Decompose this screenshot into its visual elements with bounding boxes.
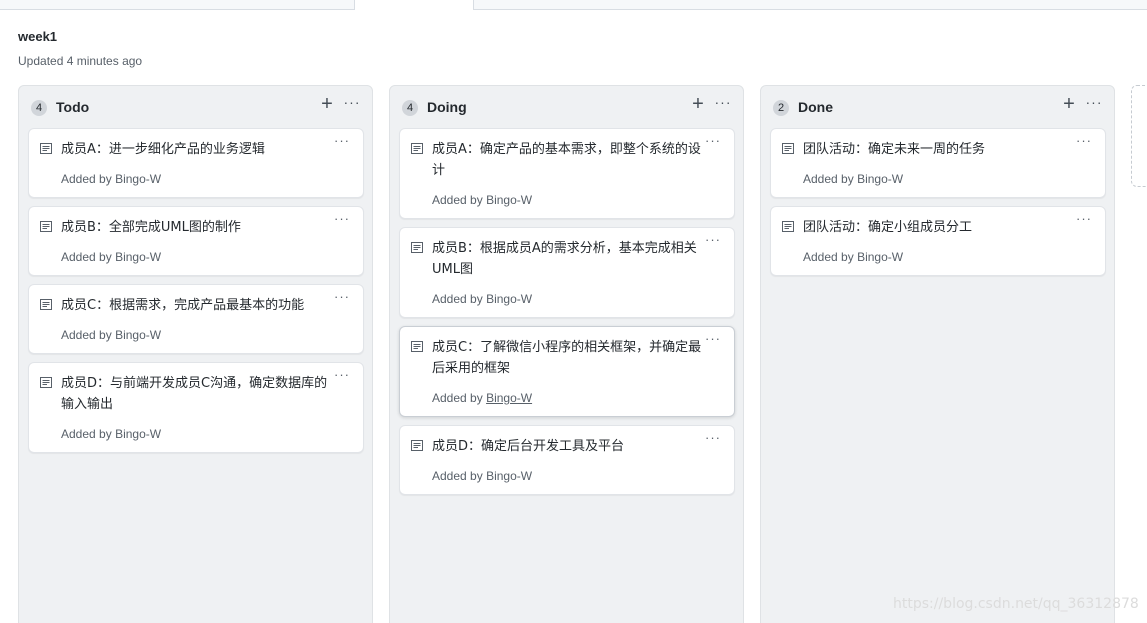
project-card[interactable]: 团队活动：确定小组成员分工 ··· Added by Bingo-W bbox=[770, 206, 1106, 276]
column-title: Doing bbox=[427, 99, 467, 115]
added-by-label: Added by bbox=[432, 292, 483, 306]
card-note-text: 成员C：了解微信小程序的相关框架，并确定最后采用的框架 bbox=[432, 340, 702, 376]
project-card[interactable]: 成员D：确定后台开发工具及平台 ··· Added by Bingo-W bbox=[399, 425, 735, 495]
kebab-horizontal-icon[interactable]: ··· bbox=[702, 332, 724, 348]
note-icon bbox=[782, 143, 794, 154]
added-by-label: Added by bbox=[61, 172, 112, 186]
kebab-horizontal-icon[interactable]: ··· bbox=[1073, 134, 1095, 150]
card-note-text: 成员D：确定后台开发工具及平台 bbox=[432, 439, 625, 454]
project-card[interactable]: 团队活动：确定未来一周的任务 ··· Added by Bingo-W bbox=[770, 128, 1106, 198]
author-link[interactable]: Bingo-W bbox=[115, 250, 161, 264]
kebab-horizontal-icon[interactable]: ··· bbox=[702, 134, 724, 150]
author-link[interactable]: Bingo-W bbox=[857, 172, 903, 186]
note-icon bbox=[411, 143, 423, 154]
note-icon bbox=[40, 143, 52, 154]
tab-strip bbox=[0, 0, 1147, 10]
note-icon bbox=[40, 299, 52, 310]
kebab-horizontal-icon[interactable]: ··· bbox=[331, 212, 353, 228]
card-note-text: 成员A：确定产品的基本需求，即整个系统的设计 bbox=[432, 142, 701, 178]
added-by-label: Added by bbox=[803, 172, 854, 186]
card-added-by: Added by Bingo-W bbox=[432, 469, 532, 483]
column-card-count: 4 bbox=[31, 100, 47, 116]
author-link[interactable]: Bingo-W bbox=[857, 250, 903, 264]
plus-icon[interactable]: + bbox=[689, 94, 707, 114]
author-link[interactable]: Bingo-W bbox=[115, 328, 161, 342]
project-card[interactable]: 成员C：了解微信小程序的相关框架，并确定最后采用的框架 ··· Added by… bbox=[399, 326, 735, 417]
note-icon bbox=[411, 242, 423, 253]
card-added-by: Added by Bingo-W bbox=[432, 391, 532, 405]
author-link[interactable]: Bingo-W bbox=[486, 469, 532, 483]
kebab-horizontal-icon[interactable]: ··· bbox=[713, 94, 733, 114]
project-card[interactable]: 成员B：全部完成UML图的制作 ··· Added by Bingo-W bbox=[28, 206, 364, 276]
project-card[interactable]: 成员C：根据需求，完成产品最基本的功能 ··· Added by Bingo-W bbox=[28, 284, 364, 354]
card-note-text: 成员B：全部完成UML图的制作 bbox=[61, 220, 241, 235]
kebab-horizontal-icon[interactable]: ··· bbox=[331, 134, 353, 150]
column-title: Todo bbox=[56, 99, 90, 115]
kebab-horizontal-icon[interactable]: ··· bbox=[1084, 94, 1104, 114]
card-added-by: Added by Bingo-W bbox=[61, 172, 161, 186]
author-link[interactable]: Bingo-W bbox=[486, 193, 532, 207]
note-icon bbox=[411, 440, 423, 451]
card-added-by: Added by Bingo-W bbox=[61, 250, 161, 264]
card-added-by: Added by Bingo-W bbox=[432, 292, 532, 306]
kebab-horizontal-icon[interactable]: ··· bbox=[331, 290, 353, 306]
plus-icon[interactable]: + bbox=[1060, 94, 1078, 114]
column-card-count: 4 bbox=[402, 100, 418, 116]
kebab-horizontal-icon[interactable]: ··· bbox=[331, 368, 353, 384]
card-note-text: 团队活动：确定小组成员分工 bbox=[803, 220, 973, 235]
note-icon bbox=[40, 377, 52, 388]
card-added-by: Added by Bingo-W bbox=[803, 172, 903, 186]
card-added-by: Added by Bingo-W bbox=[803, 250, 903, 264]
card-note-text: 成员B：根据成员A的需求分析，基本完成相关UML图 bbox=[432, 241, 697, 277]
kebab-horizontal-icon[interactable]: ··· bbox=[1073, 212, 1095, 228]
column-done: 2 Done + ··· 团队活动：确定未来一周的任务 ··· Added by… bbox=[760, 85, 1115, 623]
card-note-text: 团队活动：确定未来一周的任务 bbox=[803, 142, 986, 157]
project-card[interactable]: 成员A：进一步细化产品的业务逻辑 ··· Added by Bingo-W bbox=[28, 128, 364, 198]
project-card[interactable]: 成员A：确定产品的基本需求，即整个系统的设计 ··· Added by Bing… bbox=[399, 128, 735, 219]
added-by-label: Added by bbox=[61, 328, 112, 342]
tab-right[interactable] bbox=[473, 0, 1147, 10]
kebab-horizontal-icon[interactable]: ··· bbox=[702, 233, 724, 249]
column-header: 4 Doing + ··· bbox=[390, 86, 743, 126]
added-by-label: Added by bbox=[803, 250, 854, 264]
added-by-label: Added by bbox=[432, 193, 483, 207]
column-card-count: 2 bbox=[773, 100, 789, 116]
kebab-horizontal-icon[interactable]: ··· bbox=[342, 94, 362, 114]
card-added-by: Added by Bingo-W bbox=[432, 193, 532, 207]
card-added-by: Added by Bingo-W bbox=[61, 328, 161, 342]
plus-icon[interactable]: + bbox=[318, 94, 336, 114]
added-by-label: Added by bbox=[432, 469, 483, 483]
note-icon bbox=[40, 221, 52, 232]
added-by-label: Added by bbox=[61, 427, 112, 441]
added-by-label: Added by bbox=[61, 250, 112, 264]
kebab-horizontal-icon[interactable]: ··· bbox=[702, 431, 724, 447]
tab-active[interactable] bbox=[355, 0, 473, 10]
project-title: week1 bbox=[18, 29, 58, 44]
project-card[interactable]: 成员D：与前端开发成员C沟通，确定数据库的输入输出 ··· Added by B… bbox=[28, 362, 364, 453]
project-card[interactable]: 成员B：根据成员A的需求分析，基本完成相关UML图 ··· Added by B… bbox=[399, 227, 735, 318]
note-icon bbox=[782, 221, 794, 232]
card-note-text: 成员C：根据需求，完成产品最基本的功能 bbox=[61, 298, 305, 313]
author-link[interactable]: Bingo-W bbox=[486, 292, 532, 306]
column-doing: 4 Doing + ··· 成员A：确定产品的基本需求，即整个系统的设计 ···… bbox=[389, 85, 744, 623]
watermark-text: https://blog.csdn.net/qq_36312878 bbox=[893, 596, 1139, 612]
column-header: 2 Done + ··· bbox=[761, 86, 1114, 126]
author-link[interactable]: Bingo-W bbox=[115, 172, 161, 186]
column-header: 4 Todo + ··· bbox=[19, 86, 372, 126]
author-link[interactable]: Bingo-W bbox=[115, 427, 161, 441]
note-icon bbox=[411, 341, 423, 352]
column-todo: 4 Todo + ··· 成员A：进一步细化产品的业务逻辑 ··· Added … bbox=[18, 85, 373, 623]
add-column-placeholder[interactable] bbox=[1131, 85, 1147, 187]
card-note-text: 成员A：进一步细化产品的业务逻辑 bbox=[61, 142, 265, 157]
project-updated-time: Updated 4 minutes ago bbox=[18, 54, 143, 68]
tab-left[interactable] bbox=[0, 0, 355, 10]
column-title: Done bbox=[798, 99, 833, 115]
added-by-label: Added by bbox=[432, 391, 483, 405]
card-note-text: 成员D：与前端开发成员C沟通，确定数据库的输入输出 bbox=[61, 376, 328, 412]
author-link[interactable]: Bingo-W bbox=[486, 391, 532, 405]
card-added-by: Added by Bingo-W bbox=[61, 427, 161, 441]
